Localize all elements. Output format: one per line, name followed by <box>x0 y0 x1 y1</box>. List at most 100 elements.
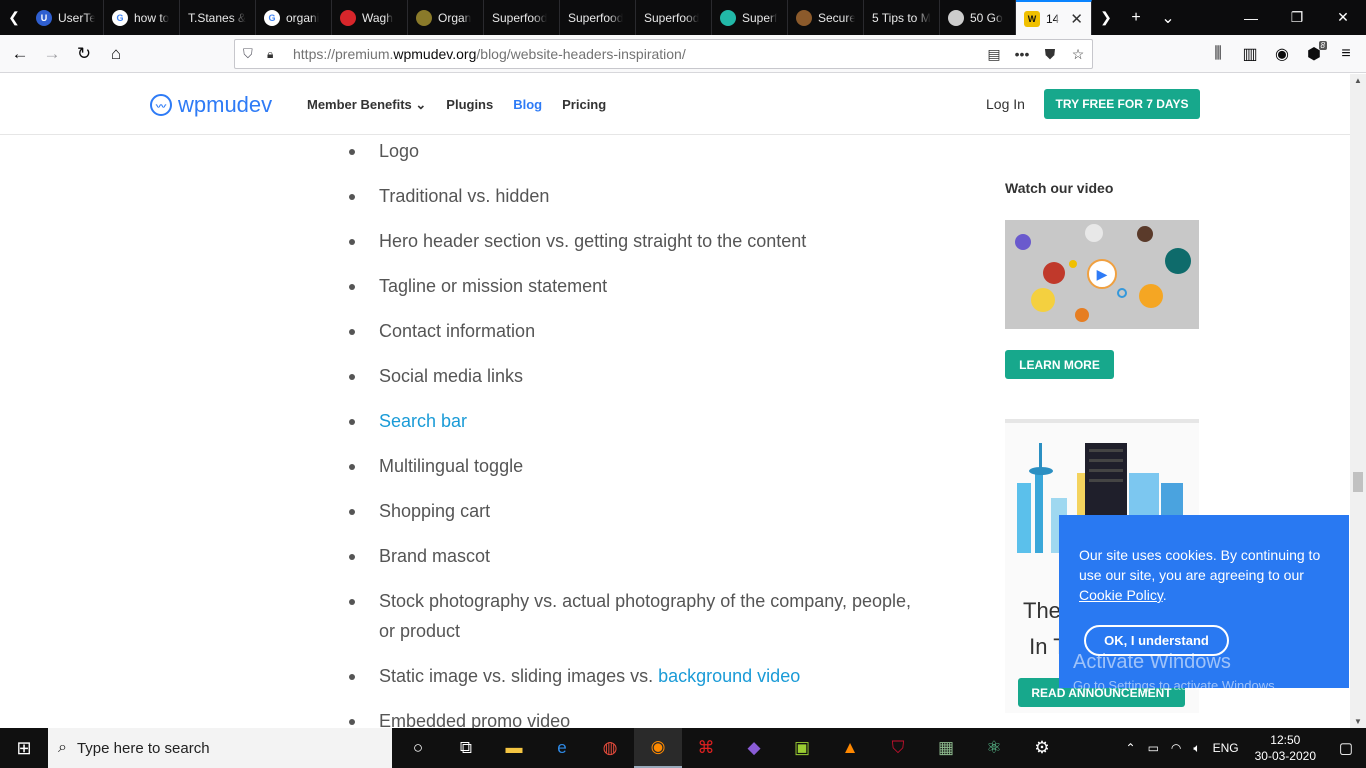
browser-toolbar: ← → ↻ ⌂ ⛉ 🔒︎ https://premium.wpmudev.org… <box>0 35 1366 73</box>
list-item-link[interactable]: background video <box>658 666 800 686</box>
lock-icon[interactable]: 🔒︎ <box>267 47 283 62</box>
extension-icon[interactable]: ⬢ 8 <box>1298 38 1330 70</box>
address-bar[interactable]: ⛉ 🔒︎ https://premium.wpmudev.org/blog/we… <box>234 39 1093 69</box>
search-placeholder: Type here to search <box>76 739 210 757</box>
close-tab-icon[interactable]: ✕ <box>1070 10 1083 28</box>
browser-tab[interactable]: Ghow to <box>104 0 180 35</box>
browser-tab[interactable]: Superfood <box>636 0 712 35</box>
list-item-link[interactable]: Search bar <box>379 411 467 431</box>
account-icon[interactable]: ◉ <box>1266 38 1298 70</box>
show-hidden-icons-icon[interactable]: ⌃ <box>1120 741 1142 755</box>
tab-title: 5 Tips to M <box>872 10 931 25</box>
forward-icon[interactable]: → <box>36 38 68 70</box>
mcafee-icon[interactable]: ⛉ <box>874 728 922 768</box>
browser-tab[interactable]: W 14 ✕ <box>1016 0 1092 35</box>
menu-icon[interactable]: ≡ <box>1330 38 1362 70</box>
tab-title: 50 Go <box>970 10 1003 25</box>
play-icon[interactable]: ▶ <box>1087 259 1117 289</box>
menu-plugins[interactable]: Plugins <box>446 97 493 113</box>
spreadsheet-tool-icon[interactable]: ▦ <box>922 728 970 768</box>
url-text[interactable]: https://premium.wpmudev.org/blog/website… <box>293 46 686 62</box>
wifi-icon[interactable]: ◠ <box>1165 741 1187 755</box>
language-indicator[interactable]: ENG <box>1207 741 1245 755</box>
task-view-icon[interactable]: ⧉ <box>442 728 490 768</box>
home-icon[interactable]: ⌂ <box>100 38 132 70</box>
scrollbar-thumb[interactable] <box>1353 472 1363 492</box>
firefox-icon[interactable]: ◉ <box>634 728 682 768</box>
browser-tab[interactable]: Organ <box>408 0 484 35</box>
menu-pricing[interactable]: Pricing <box>562 97 606 113</box>
list-item-text: Hero header section vs. getting straight… <box>379 231 807 251</box>
browser-tab[interactable]: Secure <box>788 0 864 35</box>
tab-title: UserTe <box>58 10 95 25</box>
avatar <box>1137 226 1153 242</box>
activate-windows-watermark: Activate Windows Go to Settings to activ… <box>1073 651 1279 693</box>
browser-tab[interactable]: U UserTe <box>28 0 104 35</box>
minimize-icon[interactable]: — <box>1228 10 1274 26</box>
login-link[interactable]: Log In <box>986 96 1025 112</box>
browser-tab[interactable]: Wagh <box>332 0 408 35</box>
cookie-policy-link[interactable]: Cookie Policy <box>1079 587 1163 603</box>
video-thumbnail[interactable]: ▶ <box>1005 220 1199 329</box>
close-window-icon[interactable]: ✕ <box>1320 9 1366 26</box>
sidebar-icon[interactable]: ▥ <box>1234 38 1266 70</box>
battery-icon[interactable]: ▭ <box>1142 741 1165 755</box>
tab-favicon-icon <box>416 9 432 26</box>
edge-icon[interactable]: e <box>538 728 586 768</box>
system-tray: ⌃ ▭ ◠ 🔈︎ ENG 12:50 30-03-2020 ▢ <box>1120 732 1366 764</box>
browser-tab[interactable]: Superf <box>712 0 788 35</box>
try-free-button[interactable]: TRY FREE FOR 7 DAYS <box>1044 89 1200 119</box>
tab-favicon-icon: W <box>1024 10 1040 27</box>
pocket-icon[interactable]: ⛊ <box>1036 46 1064 63</box>
clock-date: 30-03-2020 <box>1254 749 1316 763</box>
header-elements-list: Logo Traditional vs. hidden Hero header se… <box>346 136 926 728</box>
browser-tab[interactable]: 5 Tips to M <box>864 0 940 35</box>
volume-icon[interactable]: 🔈︎ <box>1187 741 1206 756</box>
menu-blog[interactable]: Blog <box>513 97 542 113</box>
windows-start-icon[interactable]: ⊞ <box>0 728 48 768</box>
learn-more-button[interactable]: LEARN MORE <box>1005 350 1114 379</box>
acrobat-icon[interactable]: ⌘ <box>682 728 730 768</box>
tab-list-dropdown-icon[interactable]: ⌄ <box>1152 8 1184 28</box>
list-item: Embedded promo video <box>346 706 926 728</box>
avatar <box>1031 288 1055 312</box>
tab-title: Secure <box>818 10 855 25</box>
bookmark-star-icon[interactable]: ☆ <box>1064 46 1092 63</box>
browser-tab[interactable]: T.Stanes & <box>180 0 256 35</box>
browser-tab[interactable]: Superfood <box>560 0 636 35</box>
file-explorer-icon[interactable]: ▬ <box>490 728 538 768</box>
tab-scroll-left-icon[interactable]: ❮ <box>0 0 28 35</box>
atom-icon[interactable]: ⚛ <box>970 728 1018 768</box>
list-item-text: Contact information <box>379 321 536 341</box>
reload-icon[interactable]: ↻ <box>68 38 100 70</box>
image-tool-icon[interactable]: ▣ <box>778 728 826 768</box>
page-actions-icon[interactable]: ••• <box>1008 46 1036 63</box>
chrome-icon[interactable]: ◍ <box>586 728 634 768</box>
new-tab-icon[interactable]: + <box>1120 9 1152 27</box>
back-icon[interactable]: ← <box>4 38 36 70</box>
clock[interactable]: 12:50 30-03-2020 <box>1245 732 1326 764</box>
reader-view-icon[interactable]: ▤ <box>980 46 1008 63</box>
scroll-down-icon[interactable]: ▼ <box>1354 717 1362 726</box>
browser-tab[interactable]: 50 Go <box>940 0 1016 35</box>
visual-studio-icon[interactable]: ◆ <box>730 728 778 768</box>
page-scrollbar[interactable]: ▲ ▼ <box>1350 74 1366 728</box>
scroll-up-icon[interactable]: ▲ <box>1354 76 1362 85</box>
list-item: Stock photography vs. actual photography… <box>346 586 926 646</box>
vlc-icon[interactable]: ▲ <box>826 728 874 768</box>
notification-icon[interactable]: ▢ <box>1326 739 1366 757</box>
tab-scroll-right-icon[interactable]: ❯ <box>1092 0 1120 35</box>
tracking-shield-icon[interactable]: ⛉ <box>243 46 259 62</box>
logo-text: wpmudev <box>178 92 273 117</box>
site-logo[interactable]: 〰 wpmudev <box>150 92 272 118</box>
browser-tab[interactable]: Superfood <box>484 0 560 35</box>
taskbar-search[interactable]: ⌕ Type here to search <box>48 728 392 768</box>
browser-tab[interactable]: Gorgani <box>256 0 332 35</box>
cortana-icon[interactable]: ○ <box>394 728 442 768</box>
cookie-message: Our site uses cookies. By continuing to … <box>1079 547 1321 603</box>
menu-member-benefits[interactable]: Member Benefits ⌄ <box>307 97 426 113</box>
restore-icon[interactable]: ❐ <box>1274 9 1320 26</box>
list-item: Multilingual toggle <box>346 451 926 481</box>
library-icon[interactable]: ⫼ <box>1202 38 1234 70</box>
settings-icon[interactable]: ⚙ <box>1018 728 1066 768</box>
